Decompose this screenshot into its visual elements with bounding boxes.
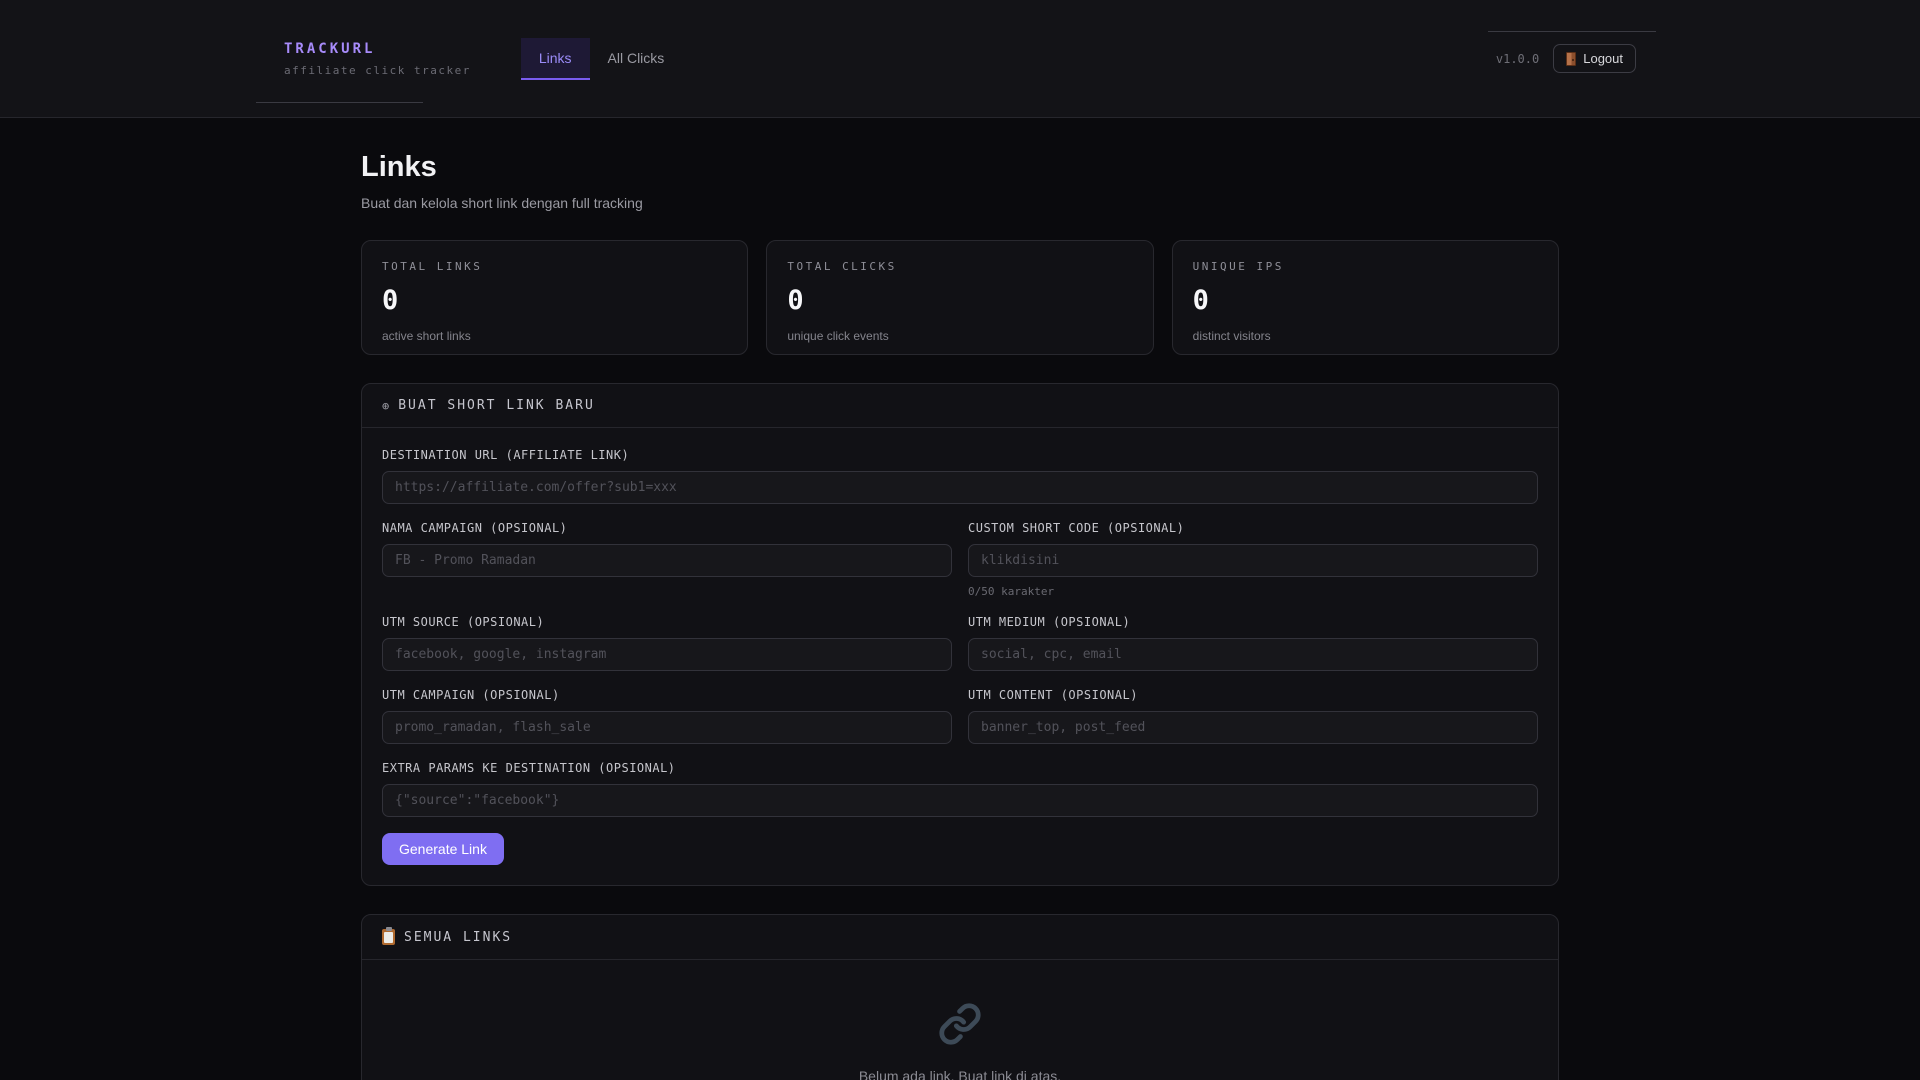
utm-medium-input[interactable] xyxy=(968,638,1538,671)
tab-all-clicks[interactable]: All Clicks xyxy=(590,38,683,80)
utm-source-input[interactable] xyxy=(382,638,952,671)
tab-links[interactable]: Links xyxy=(520,37,590,80)
create-link-panel-title: BUAT SHORT LINK BARU xyxy=(398,398,595,413)
utm-content-input[interactable] xyxy=(968,711,1538,744)
field-destination-url: DESTINATION URL (AFFILIATE LINK) xyxy=(382,448,1538,504)
stat-card-total-clicks: TOTAL CLICKS 0 unique click events xyxy=(766,240,1154,355)
stat-caption: distinct visitors xyxy=(1192,329,1271,343)
generate-link-button[interactable]: Generate Link xyxy=(382,833,504,865)
field-label: DESTINATION URL (AFFILIATE LINK) xyxy=(382,448,630,462)
field-label: UTM CAMPAIGN (OPSIONAL) xyxy=(382,688,560,702)
create-link-panel: ⊕ BUAT SHORT LINK BARU DESTINATION URL (… xyxy=(361,383,1559,886)
door-icon xyxy=(1566,51,1577,66)
main-nav: Links All Clicks xyxy=(520,37,683,80)
field-extra-params: EXTRA PARAMS KE DESTINATION (OPSIONAL) xyxy=(382,761,1538,817)
stat-caption: unique click events xyxy=(787,329,889,343)
field-label: UTM CONTENT (OPSIONAL) xyxy=(968,688,1138,702)
app-tagline: affiliate click tracker xyxy=(284,63,471,77)
stat-value: 0 xyxy=(1192,285,1209,316)
stat-label: TOTAL LINKS xyxy=(382,260,483,273)
field-label: UTM MEDIUM (OPSIONAL) xyxy=(968,615,1131,629)
field-utm-campaign: UTM CAMPAIGN (OPSIONAL) xyxy=(382,688,952,744)
field-custom-short-code: CUSTOM SHORT CODE (OPSIONAL) 0/50 karakt… xyxy=(968,521,1538,598)
header-inner: TRACKURL affiliate click tracker Links A… xyxy=(284,0,1636,117)
create-link-form: DESTINATION URL (AFFILIATE LINK) NAMA CA… xyxy=(362,428,1558,885)
field-label: EXTRA PARAMS KE DESTINATION (OPSIONAL) xyxy=(382,761,676,775)
links-empty-state: Belum ada link. Buat link di atas. xyxy=(362,960,1558,1080)
all-links-panel-title: SEMUA LINKS xyxy=(404,929,513,945)
stat-card-unique-ips: UNIQUE IPS 0 distinct visitors xyxy=(1171,240,1559,355)
all-links-panel-header: SEMUA LINKS xyxy=(362,915,1558,960)
create-link-panel-header: ⊕ BUAT SHORT LINK BARU xyxy=(362,384,1558,428)
field-label: NAMA CAMPAIGN (OPSIONAL) xyxy=(382,521,568,535)
field-utm-source: UTM SOURCE (OPSIONAL) xyxy=(382,615,952,671)
brand: TRACKURL affiliate click tracker xyxy=(284,41,471,77)
page-subtitle: Buat dan kelola short link dengan full t… xyxy=(361,195,643,211)
link-icon xyxy=(939,1003,981,1045)
page-title: Links xyxy=(361,151,437,183)
logout-label: Logout xyxy=(1583,51,1623,66)
main-content: Links Buat dan kelola short link dengan … xyxy=(361,118,1559,1080)
extra-params-input[interactable] xyxy=(382,784,1538,817)
utm-campaign-input[interactable] xyxy=(382,711,952,744)
plus-circle-icon: ⊕ xyxy=(382,398,390,413)
stat-label: UNIQUE IPS xyxy=(1192,260,1284,273)
stat-value: 0 xyxy=(787,285,804,316)
char-counter: 0/50 karakter xyxy=(968,585,1055,598)
field-utm-content: UTM CONTENT (OPSIONAL) xyxy=(968,688,1538,744)
clipboard-icon xyxy=(382,927,395,945)
field-label: UTM SOURCE (OPSIONAL) xyxy=(382,615,545,629)
field-utm-medium: UTM MEDIUM (OPSIONAL) xyxy=(968,615,1538,671)
stat-caption: active short links xyxy=(382,329,471,343)
stats-row: TOTAL LINKS 0 active short links TOTAL C… xyxy=(361,240,1559,355)
stat-card-total-links: TOTAL LINKS 0 active short links xyxy=(361,240,749,355)
all-links-panel: SEMUA LINKS Belum ada link. Buat link di… xyxy=(361,914,1559,1080)
nama-campaign-input[interactable] xyxy=(382,544,952,577)
stat-label: TOTAL CLICKS xyxy=(787,260,897,273)
header-divider-right xyxy=(1488,31,1656,32)
field-nama-campaign: NAMA CAMPAIGN (OPSIONAL) xyxy=(382,521,952,577)
custom-short-code-input[interactable] xyxy=(968,544,1538,577)
field-label: CUSTOM SHORT CODE (OPSIONAL) xyxy=(968,521,1185,535)
header-divider-left xyxy=(256,102,423,103)
destination-url-input[interactable] xyxy=(382,471,1538,504)
empty-state-text: Belum ada link. Buat link di atas. xyxy=(858,1068,1062,1080)
logout-button[interactable]: Logout xyxy=(1553,44,1636,73)
stat-value: 0 xyxy=(382,285,399,316)
app-logo: TRACKURL xyxy=(284,40,376,57)
app-header: TRACKURL affiliate click tracker Links A… xyxy=(0,0,1920,118)
header-right: v1.0.0 Logout xyxy=(1496,44,1636,73)
version-label: v1.0.0 xyxy=(1495,51,1540,66)
